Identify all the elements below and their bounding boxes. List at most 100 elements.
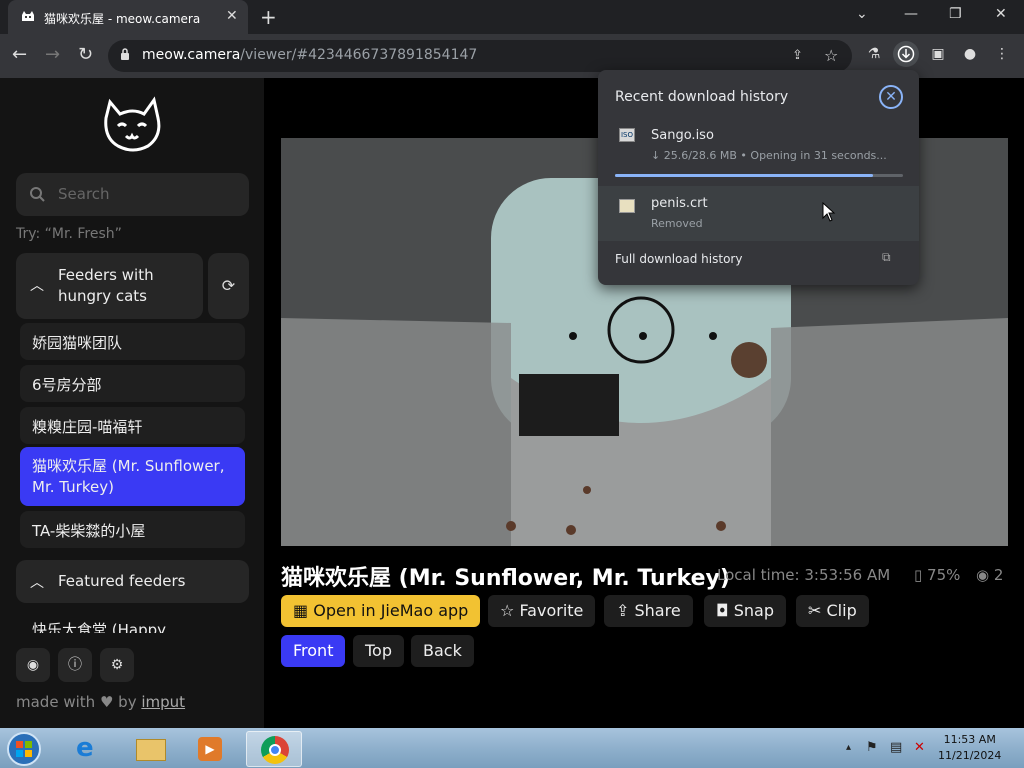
snap-label: Snap	[733, 601, 775, 620]
network-icon[interactable]: ▤	[890, 740, 902, 755]
qr-code-icon: ▦	[293, 601, 309, 620]
sidebar-item[interactable]: 快乐大食堂 (Happy	[20, 611, 245, 633]
folder-icon	[136, 739, 166, 761]
battery-status: ▯ 75%	[914, 566, 960, 584]
certificate-file-icon	[619, 199, 635, 213]
author-link[interactable]: imput	[141, 693, 185, 711]
taskbar-media-button[interactable]: ▶	[182, 731, 238, 767]
external-link-icon[interactable]: ⧉	[882, 250, 891, 265]
snap-button[interactable]: ◘ Snap	[704, 595, 787, 627]
discord-button[interactable]: ◉	[16, 648, 50, 682]
open-in-app-button[interactable]: ▦ Open in JieMao app	[281, 595, 481, 627]
sidebar-item[interactable]: 娇园猫咪团队	[20, 323, 245, 360]
refresh-button[interactable]: ⟳	[208, 253, 249, 319]
share-label: Share	[634, 601, 681, 620]
back-arrow-icon[interactable]: ←	[12, 44, 27, 65]
clip-label: Clip	[826, 601, 857, 620]
sidebar-item-selected[interactable]: 猫咪欢乐屋 (Mr. Sunflower, Mr. Turkey)	[20, 447, 245, 506]
url-host: meow.camera	[142, 47, 241, 63]
browser-tab[interactable]: 猫咪欢乐屋 - meow.camera ✕	[8, 0, 248, 34]
download-item[interactable]: ISO Sango.iso ↓ 25.6/28.6 MB • Opening i…	[598, 122, 919, 182]
info-button[interactable]: ⓘ	[58, 648, 92, 682]
info-icon: ⓘ	[68, 657, 82, 673]
favorite-button[interactable]: ☆ Favorite	[488, 595, 596, 627]
forward-arrow-icon[interactable]: →	[45, 44, 60, 65]
meow-camera-logo-icon	[104, 96, 161, 152]
share-button[interactable]: ⇪ Share	[604, 595, 693, 627]
taskbar-chrome-button[interactable]	[246, 731, 302, 767]
url-text: meow.camera/viewer/#4234466737891854147	[142, 47, 477, 63]
battery-percent: 75%	[927, 566, 961, 584]
search-icon	[30, 187, 45, 202]
camera-icon: ◘	[716, 601, 729, 620]
clock-date: 11/21/2024	[938, 749, 1002, 762]
camera-back-tab[interactable]: Back	[411, 635, 474, 667]
downloads-header: Recent download history	[615, 89, 789, 105]
scissors-icon: ✂	[808, 601, 822, 620]
clip-button[interactable]: ✂ Clip	[796, 595, 869, 627]
taskbar-explorer-button[interactable]	[122, 731, 178, 767]
download-icon	[897, 45, 915, 63]
download-progress-fill	[615, 174, 873, 177]
favorite-label: Favorite	[519, 601, 584, 620]
discord-icon: ◉	[26, 657, 40, 673]
camera-front-tab[interactable]: Front	[281, 635, 346, 667]
local-time: Local time: 3:53:56 AM	[717, 566, 891, 584]
search-placeholder: Search	[58, 185, 110, 203]
camera-top-tab[interactable]: Top	[353, 635, 404, 667]
viewer-count: ◉ 2	[976, 566, 1003, 584]
close-icon[interactable]: ✕	[879, 85, 903, 109]
restore-icon[interactable]: ❐	[949, 6, 962, 22]
download-item[interactable]: penis.crt Removed	[598, 186, 919, 241]
chevron-up-icon: ︿	[30, 575, 44, 591]
sidebar-item[interactable]: 6号房分部	[20, 365, 245, 402]
reload-icon[interactable]: ↻	[78, 44, 93, 65]
volume-muted-icon[interactable]: ✕	[914, 740, 925, 755]
window-close-icon[interactable]: ✕	[995, 6, 1007, 22]
downloads-button[interactable]	[893, 41, 919, 67]
taskbar-ie-button[interactable]: e	[62, 731, 118, 767]
action-center-flag-icon[interactable]: ⚑	[866, 740, 878, 755]
side-panel-icon[interactable]: ▣	[928, 46, 948, 66]
share-icon: ⇪	[616, 601, 630, 620]
chrome-icon-center	[269, 744, 281, 756]
feeders-hungry-cats-toggle[interactable]: ︿ Feeders with hungry cats	[16, 253, 203, 319]
address-bar[interactable]: meow.camera/viewer/#4234466737891854147 …	[108, 40, 852, 72]
download-filename: Sango.iso	[651, 128, 714, 143]
tab-search-chevron-icon[interactable]: ⌄	[856, 6, 868, 22]
media-player-icon: ▶	[198, 737, 222, 761]
taskbar-clock[interactable]: 11:53 AM 11/21/2024	[938, 732, 1001, 764]
featured-feeders-toggle[interactable]: ︿ Featured feeders	[16, 560, 249, 603]
gear-icon: ⚙	[110, 657, 124, 673]
eye-icon: ◉	[976, 566, 990, 584]
group-label: Featured feeders	[58, 572, 186, 590]
made-with-text: made with	[16, 693, 96, 711]
settings-button[interactable]: ⚙	[100, 648, 134, 682]
star-icon: ☆	[500, 601, 515, 620]
chevron-up-icon: ︿	[30, 278, 44, 294]
tray-expand-icon[interactable]: ▴	[846, 742, 851, 753]
tab-close-icon[interactable]: ✕	[226, 8, 238, 24]
open-in-app-label: Open in JieMao app	[313, 601, 469, 620]
cat-favicon-icon	[22, 11, 34, 21]
tab-title: 猫咪欢乐屋 - meow.camera	[44, 12, 201, 26]
battery-icon: ▯	[914, 566, 923, 584]
search-input[interactable]: Search	[16, 173, 249, 216]
bookmark-star-icon[interactable]: ☆	[824, 46, 838, 65]
search-hint: Try: “Mr. Fresh”	[16, 226, 122, 242]
start-button-icon[interactable]	[4, 730, 44, 768]
share-page-icon[interactable]: ⇪	[792, 48, 803, 63]
full-download-history-link[interactable]: Full download history	[615, 252, 742, 266]
profile-icon[interactable]: ●	[960, 46, 980, 66]
sidebar-item[interactable]: TA-柴柴㵘的小屋	[20, 511, 245, 548]
new-tab-icon[interactable]: +	[260, 5, 277, 29]
minimize-icon[interactable]: —	[904, 6, 918, 22]
download-filename: penis.crt	[651, 196, 708, 211]
sidebar-item[interactable]: 糗糗庄园-喵福轩	[20, 407, 245, 444]
refresh-icon: ⟳	[221, 276, 236, 295]
menu-kebab-icon[interactable]: ⋮	[992, 46, 1012, 66]
labs-flask-icon[interactable]: ⚗	[864, 46, 884, 66]
footer-credit: made with ♥ by imput	[16, 693, 185, 711]
downloads-popup: Recent download history ✕ ISO Sango.iso …	[598, 70, 919, 285]
internet-explorer-icon: e	[76, 733, 94, 763]
